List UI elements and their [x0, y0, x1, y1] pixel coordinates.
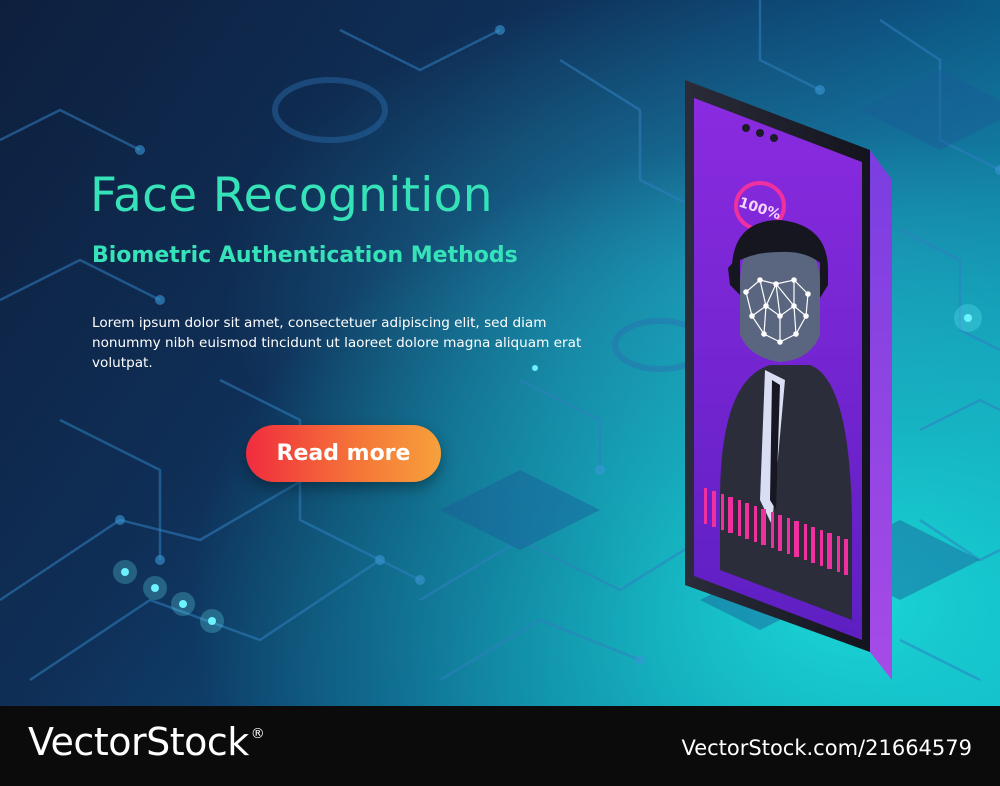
registered-mark: ®: [250, 726, 265, 742]
image-id-text: VectorStock.com/21664579: [681, 736, 972, 760]
smartphone-illustration: 100%: [685, 80, 892, 680]
vectorstock-logo: VectorStock ®: [28, 720, 265, 764]
banner: Face Recognition Biometric Authenticatio…: [0, 0, 1000, 786]
page-subtitle: Biometric Authentication Methods: [92, 243, 518, 268]
phone-side: [870, 150, 892, 680]
logo-text: VectorStock: [28, 720, 249, 764]
camera-dot: [742, 124, 750, 132]
read-more-button[interactable]: Read more: [246, 425, 441, 482]
description-text: Lorem ipsum dolor sit amet, consectetuer…: [92, 315, 582, 371]
page-title: Face Recognition: [90, 168, 493, 223]
camera-dot: [770, 134, 778, 142]
hero-section: Face Recognition Biometric Authenticatio…: [0, 0, 1000, 706]
footer-bar: VectorStock ® VectorStock.com/21664579: [0, 706, 1000, 786]
camera-dot: [756, 129, 764, 137]
